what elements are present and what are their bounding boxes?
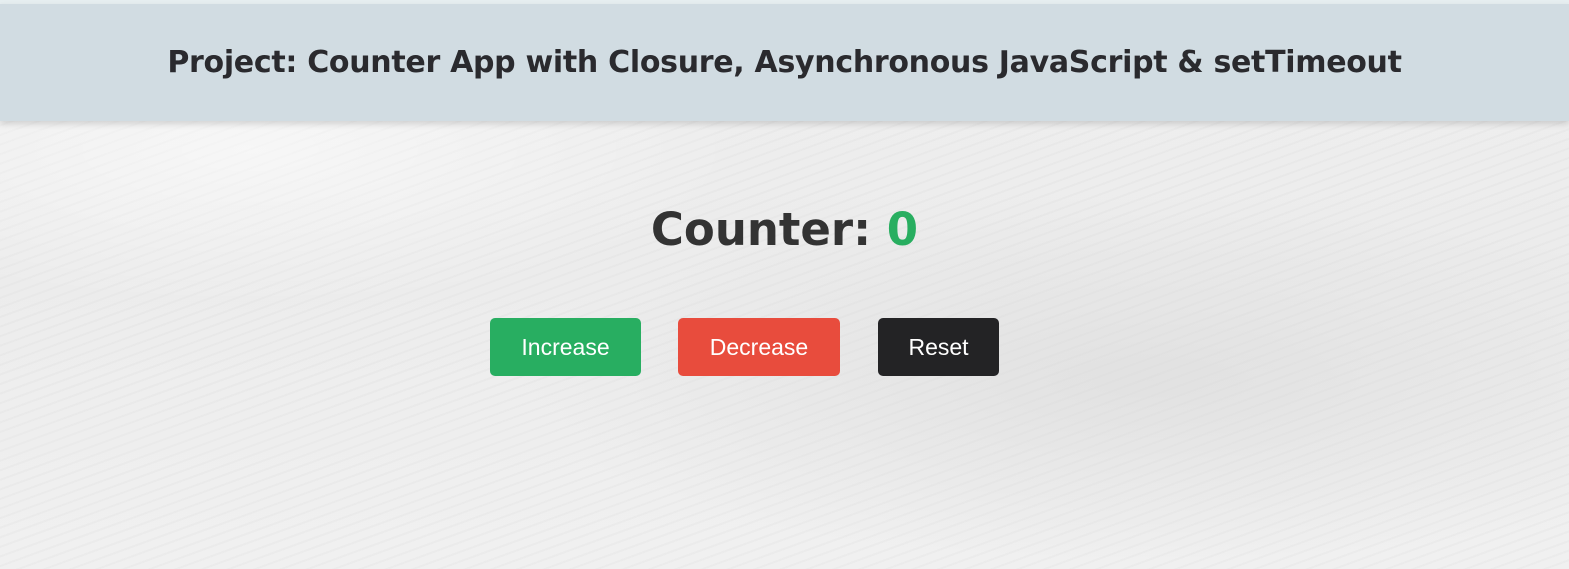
decrease-button[interactable]: Decrease	[678, 318, 840, 376]
reset-button[interactable]: Reset	[878, 318, 999, 376]
page-header: Project: Counter App with Closure, Async…	[0, 4, 1569, 121]
counter-value: 0	[886, 203, 919, 256]
counter-heading: Counter: 0	[0, 200, 1569, 260]
page-title: Project: Counter App with Closure, Async…	[167, 45, 1402, 80]
increase-button[interactable]: Increase	[490, 318, 641, 376]
counter-label: Counter:	[650, 203, 872, 256]
